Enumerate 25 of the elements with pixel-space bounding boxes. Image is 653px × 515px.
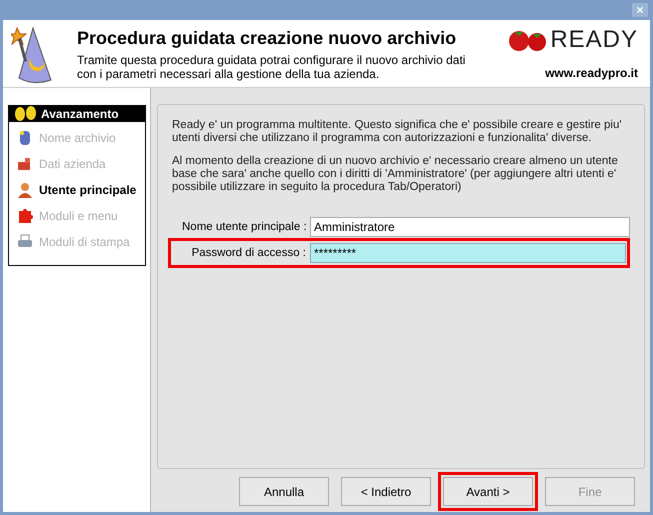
database-icon <box>17 130 33 146</box>
step-label: Moduli di stampa <box>39 235 130 249</box>
wizard-title: Procedura guidata creazione nuovo archivio <box>77 28 458 49</box>
user-icon <box>17 182 33 198</box>
field-label: Nome utente principale : <box>182 221 308 233</box>
wizard-button[interactable]: Annulla <box>239 477 329 506</box>
wizard-button[interactable]: Avanti > <box>443 477 533 506</box>
step-label: Dati azienda <box>39 157 106 171</box>
step-label: Nome archivio <box>39 131 116 145</box>
footprints-icon <box>13 106 39 122</box>
step-label: Moduli e menu <box>39 209 118 223</box>
wizard-button[interactable]: < Indietro <box>341 477 431 506</box>
strawberry-icon <box>508 28 548 52</box>
website-link[interactable]: www.readypro.it <box>545 66 638 80</box>
field-label: Password di accesso : <box>190 247 307 259</box>
info-paragraph: Ready e' un programma multitente. Questo significa che e' possibile creare e gestire piu' utenti diversi che utilizzano il programma con autorizzazioni e funzionalita' diverse. <box>172 119 623 145</box>
info-paragraph: Al momento della creazione di un nuovo archivio e' necessario creare almeno un utente base che sara' anche quello con i diritti di 'Amministratore' (per aggiungere altri utenti e' possibile utilizzare in seguito la procedura Tab/Operatori) <box>172 155 619 194</box>
printer-icon <box>17 234 33 250</box>
step-label: Utente principale <box>39 183 136 197</box>
puzzle-icon <box>17 208 33 224</box>
wizard-description: Tramite questa procedura guidata potrai configurare il nuovo archivio dati con i parametri necessari alla gestione della tua azienda. <box>77 53 466 81</box>
progress-title: Avanzamento <box>41 107 119 121</box>
text-field[interactable]: Amministratore <box>310 217 630 237</box>
brand-logo: READY <box>550 28 638 52</box>
text-field[interactable]: ********* <box>310 243 626 263</box>
